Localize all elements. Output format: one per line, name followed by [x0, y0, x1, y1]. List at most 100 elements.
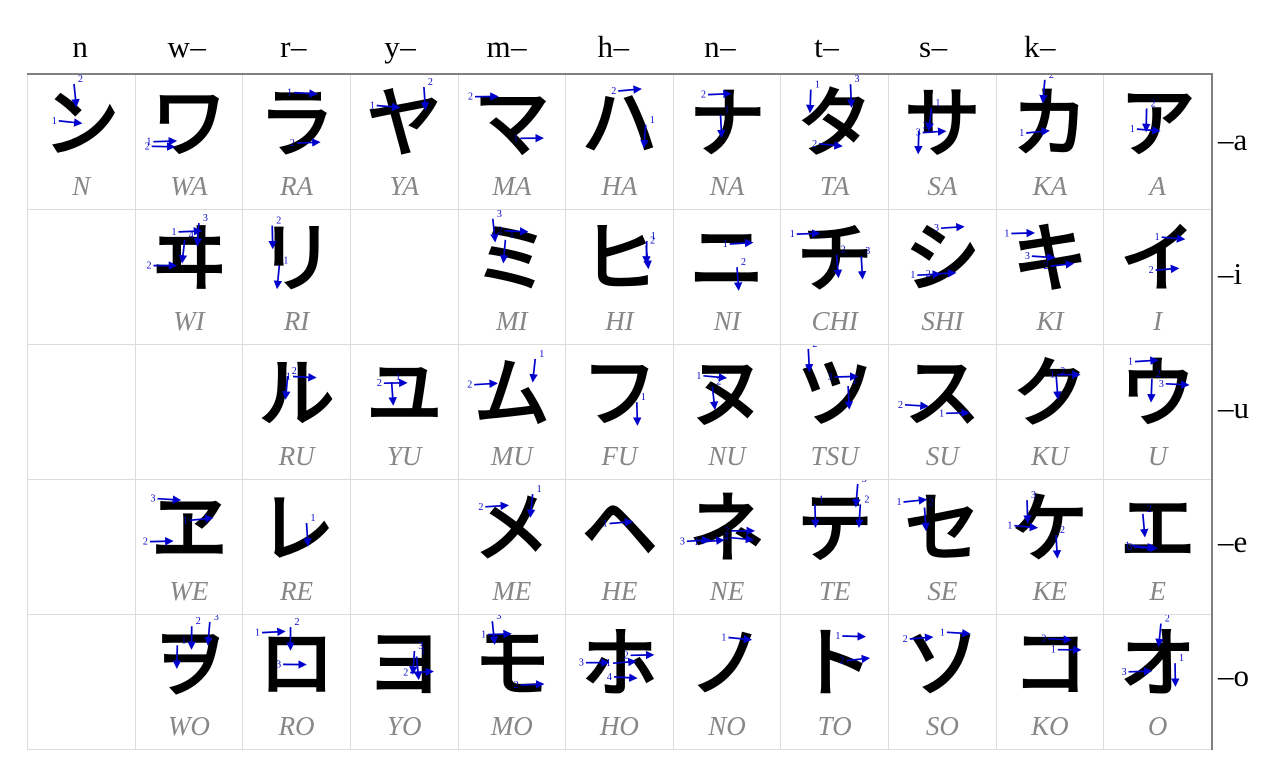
kana-cell-wo[interactable]: 1 2 3 ヲ WO — [134, 614, 244, 750]
kana-cell-ta[interactable]: 1 2 3 タ TA — [780, 73, 889, 210]
kana-cell-ma[interactable]: 1 2 マ MA — [457, 73, 567, 210]
kana-cell-i[interactable]: 12イI — [1103, 209, 1213, 345]
katakana-glyph: ヤ — [366, 79, 443, 168]
kana-row-u: 12ルRU12ユYU12ムMU1フFU12ヌNU123ツTSU12スSU12クK… — [27, 344, 1213, 480]
kana-row-i: 1 2 3 4 ヰ WI 1 2 リ RI 1 2 3 ミ MI 1 2 ヒ HI 1 2 ニ NI 1 2 3 チ CHI 1 2 3 シ S… — [27, 209, 1213, 345]
row-label-e: –e — [1218, 524, 1248, 559]
kana-cell-ke[interactable]: 1 2 3 ケ KE — [995, 479, 1105, 615]
kana-cell-n[interactable]: 12ンN — [27, 73, 136, 210]
kana-cell-ki[interactable]: 1 2 3 キ KI — [995, 209, 1105, 345]
kana-cell-ka[interactable]: 1 2 カ KA — [995, 73, 1105, 210]
kana-cell-yu[interactable]: 1 2 ユ YU — [349, 344, 459, 480]
kana-cell-tsu[interactable]: 123ツTSU — [780, 344, 889, 480]
romaji-label: SE — [927, 576, 958, 606]
svg-text:1: 1 — [897, 497, 902, 508]
romaji-label: WA — [170, 171, 208, 201]
kana-cell-mu[interactable]: 1 2 ム MU — [457, 344, 567, 480]
column-header-h: h– — [597, 28, 630, 64]
row-label-column: –a –i –u –e –o — [1208, 73, 1278, 743]
kana-cell-me[interactable]: 1 2 メ ME — [457, 479, 567, 615]
kana-cell-he[interactable]: 1 ヘ HE — [565, 479, 674, 615]
katakana-glyph: タ — [796, 79, 873, 168]
katakana-glyph: ワ — [150, 79, 227, 168]
kana-cell-empty — [27, 209, 136, 345]
kana-cell-se[interactable]: 1 2 セ SE — [888, 479, 997, 615]
katakana-glyph: ツ — [796, 349, 873, 438]
kana-cell-su[interactable]: 1 2 ス SU — [888, 344, 997, 480]
romaji-label: FU — [601, 441, 638, 471]
romaji-label: WE — [169, 576, 209, 606]
glyph-wrap: 1ノ — [674, 615, 781, 713]
kana-cell-chi[interactable]: 1 2 3 チ CHI — [780, 209, 889, 345]
kana-cell-ra[interactable]: 1 2 ラ RA — [242, 73, 351, 210]
kana-cell-no[interactable]: 1 ノ NO — [672, 614, 782, 750]
kana-cell-re[interactable]: 1 レ RE — [242, 479, 351, 615]
glyph-wrap: 1234ヰ — [136, 210, 243, 308]
romaji-label: WO — [167, 711, 210, 741]
kana-cell-ne[interactable]: 1 2 3 4 ネ NE — [672, 479, 782, 615]
kana-cell-a[interactable]: 12アA — [1103, 73, 1213, 210]
romaji-label: RU — [278, 441, 315, 471]
kana-cell-mo[interactable]: 1 2 3 モ MO — [457, 614, 567, 750]
glyph-wrap: 12ル — [243, 345, 350, 443]
glyph-wrap: 12ヌ — [674, 345, 781, 443]
kana-cell-ho[interactable]: 1 2 3 4 ホ HO — [565, 614, 674, 750]
glyph-wrap: 123モ — [459, 615, 566, 713]
kana-cell-ko[interactable]: 1 2 コ KO — [995, 614, 1105, 750]
kana-cell-ro[interactable]: 1 2 3 ロ RO — [242, 614, 351, 750]
romaji-label: CHI — [811, 306, 858, 336]
kana-cell-na[interactable]: 1 2 ナ NA — [672, 73, 782, 210]
katakana-glyph: ナ — [689, 79, 766, 168]
kana-cell-nu[interactable]: 1 2 ヌ NU — [672, 344, 782, 480]
kana-cell-ni[interactable]: 1 2 ニ NI — [672, 209, 782, 345]
katakana-glyph: エ — [1119, 484, 1196, 573]
katakana-glyph: チ — [796, 214, 873, 303]
row-label-a: –a — [1218, 122, 1248, 157]
kana-cell-ku[interactable]: 1 2 ク KU — [995, 344, 1105, 480]
romaji-label: RO — [278, 711, 315, 741]
kana-cell-to[interactable]: 1 2 ト TO — [780, 614, 889, 750]
katakana-glyph: ハ — [581, 79, 658, 168]
glyph-wrap: 123ミ — [459, 210, 566, 308]
romaji-label: YO — [386, 711, 422, 741]
kana-cell-ru[interactable]: 1 2 ル RU — [242, 344, 351, 480]
glyph-wrap: 123タ — [781, 75, 888, 173]
glyph-wrap: 12マ — [459, 75, 566, 173]
glyph-wrap: 123シ — [889, 210, 996, 308]
kana-cell-so[interactable]: 1 2 ソ SO — [888, 614, 997, 750]
kana-cell-te[interactable]: 123テTE — [780, 479, 889, 615]
glyph-wrap: 1234ネ — [674, 480, 781, 578]
kana-cell-ya[interactable]: 1 2 ヤ YA — [349, 73, 459, 210]
glyph-wrap: 1フ — [566, 345, 673, 443]
kana-row-o: 1 2 3 ヲ WO 1 2 3 ロ RO 1 2 3 ヨ YO 1 2 3 モ MO 1 2 3 4 ホ HO 1 ノ NO 1 2 ト TO… — [27, 614, 1213, 750]
kana-cell-ha[interactable]: 1 2 ハ HA — [565, 73, 674, 210]
kana-cell-ri[interactable]: 1 2 リ RI — [242, 209, 351, 345]
glyph-wrap: 12ナ — [674, 75, 781, 173]
romaji-label: YA — [389, 171, 419, 201]
kana-cell-sa[interactable]: 1 2 3 サ SA — [888, 73, 997, 210]
romaji-label: HO — [599, 711, 639, 741]
kana-cell-fu[interactable]: 1 フ FU — [565, 344, 674, 480]
kana-cell-e[interactable]: 123エE — [1103, 479, 1213, 615]
kana-cell-mi[interactable]: 1 2 3 ミ MI — [457, 209, 567, 345]
kana-cell-we[interactable]: 1 2 3 ヱ WE — [134, 479, 244, 615]
glyph-wrap: 123キ — [997, 210, 1104, 308]
glyph-wrap: 12ソ — [889, 615, 996, 713]
kana-cell-o[interactable]: 123オO — [1103, 614, 1213, 750]
column-header-vowel — [1093, 20, 1200, 73]
kana-cell-empty — [27, 344, 136, 480]
kana-cell-u[interactable]: 123ウU — [1103, 344, 1213, 480]
column-header-row: n w– r– y– m– h– n– t– s– k– — [27, 20, 1200, 73]
glyph-wrap: 123ツ — [781, 345, 888, 443]
katakana-glyph: ノ — [689, 619, 766, 708]
kana-cell-shi[interactable]: 1 2 3 シ SHI — [888, 209, 997, 345]
kana-cell-hi[interactable]: 1 2 ヒ HI — [565, 209, 674, 345]
romaji-label: MO — [490, 711, 533, 741]
kana-cell-wa[interactable]: 1 2 ワ WA — [134, 73, 244, 210]
svg-text:2: 2 — [144, 141, 149, 152]
romaji-label: TO — [817, 711, 852, 741]
romaji-label: SO — [925, 711, 959, 741]
kana-cell-yo[interactable]: 1 2 3 ヨ YO — [349, 614, 459, 750]
kana-cell-wi[interactable]: 1 2 3 4 ヰ WI — [134, 209, 244, 345]
romaji-label: RI — [283, 306, 310, 336]
